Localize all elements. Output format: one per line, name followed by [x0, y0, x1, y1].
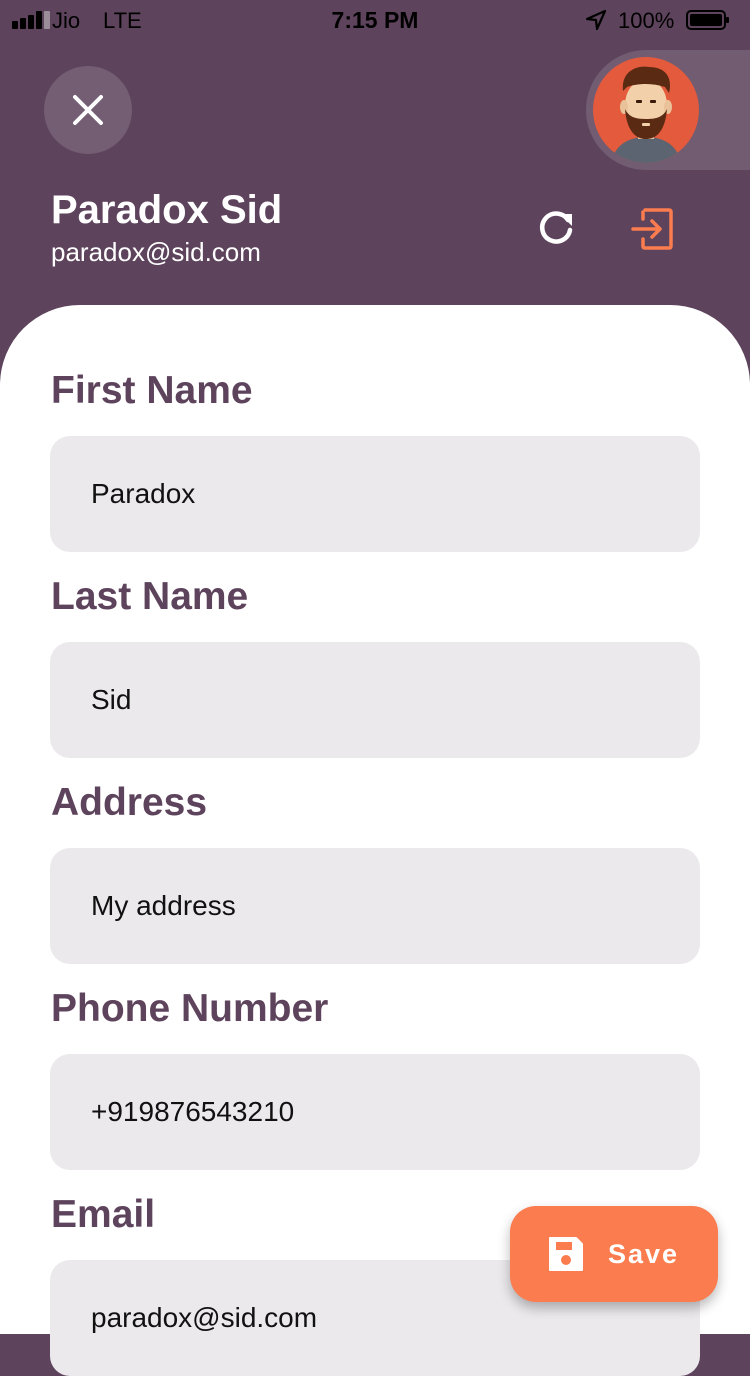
first-name-input[interactable]	[91, 436, 651, 552]
avatar-illustration	[611, 66, 681, 163]
first-name-label: First Name	[51, 369, 253, 412]
last-name-input[interactable]	[91, 642, 651, 758]
logout-button[interactable]	[629, 206, 675, 252]
avatar-container[interactable]	[586, 50, 750, 170]
last-name-label: Last Name	[51, 575, 249, 618]
refresh-button[interactable]	[534, 206, 578, 250]
profile-email: paradox@sid.com	[51, 237, 261, 267]
status-bar: Jio LTE 7:15 PM 100%	[0, 0, 750, 40]
save-label: Save	[608, 1239, 680, 1269]
first-name-field[interactable]	[50, 436, 700, 552]
battery-icon	[686, 10, 729, 30]
profile-name: Paradox Sid	[51, 188, 283, 232]
refresh-icon	[540, 211, 573, 244]
last-name-field[interactable]	[50, 642, 700, 758]
email-label: Email	[51, 1193, 156, 1236]
phone-number-label: Phone Number	[51, 987, 329, 1030]
close-button[interactable]	[44, 66, 132, 154]
avatar	[593, 57, 699, 163]
address-field[interactable]	[50, 848, 700, 964]
phone-number-input[interactable]	[91, 1054, 651, 1170]
phone-number-field[interactable]	[50, 1054, 700, 1170]
battery-percent: 100%	[618, 8, 675, 33]
save-icon	[549, 1237, 583, 1271]
location-arrow-icon	[585, 9, 607, 31]
logout-icon	[631, 208, 673, 250]
close-icon	[73, 95, 103, 125]
save-button[interactable]: Save	[510, 1206, 718, 1302]
address-input[interactable]	[91, 848, 651, 964]
address-label: Address	[51, 781, 208, 824]
